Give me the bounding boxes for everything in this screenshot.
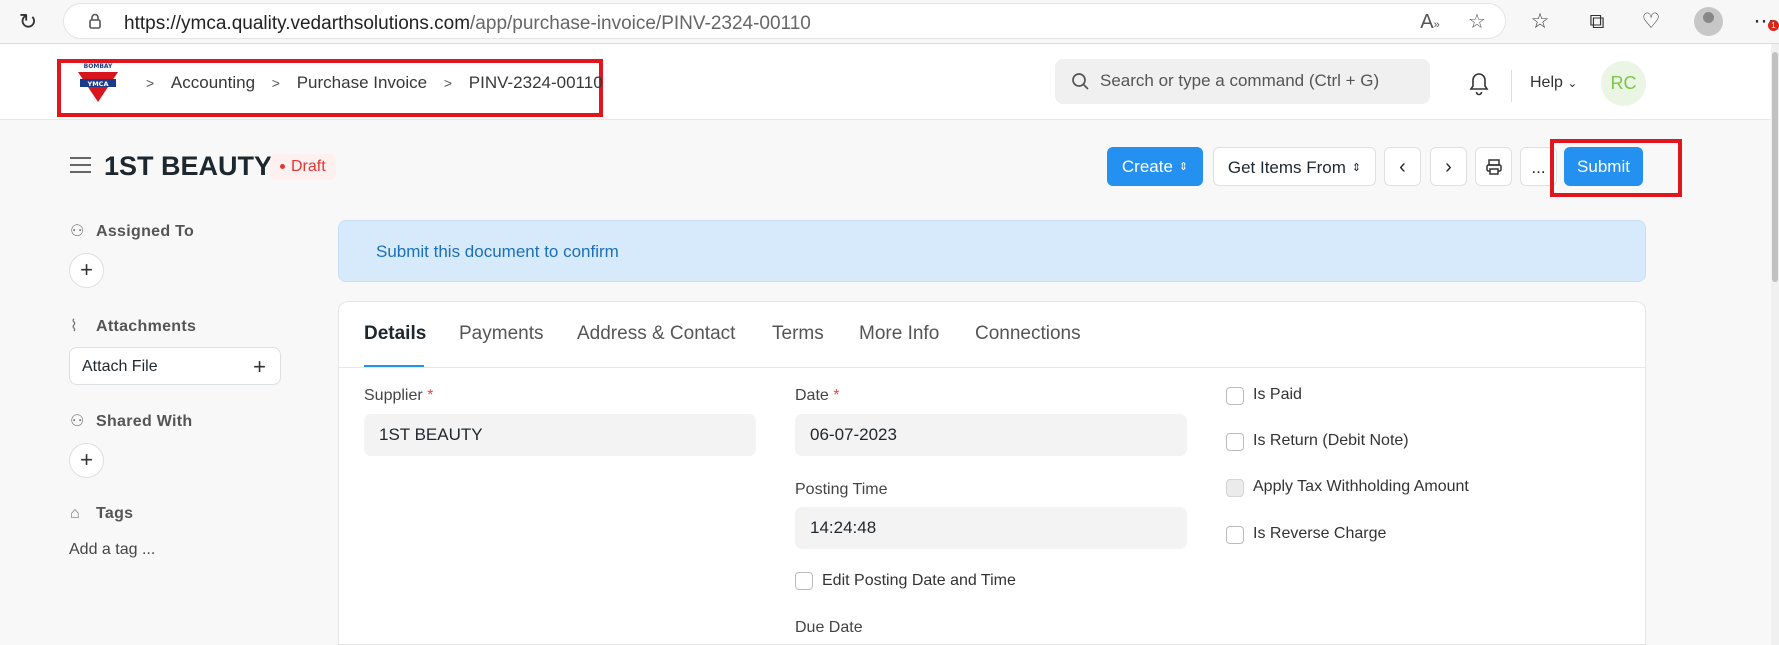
page-scrollbar[interactable]	[1771, 44, 1779, 645]
collections-icon[interactable]: ⧉	[1583, 8, 1611, 36]
shared-with-label: ⚇ Shared With	[70, 413, 193, 430]
sidebar-toggle-icon[interactable]	[70, 157, 91, 173]
address-bar[interactable]: https://ymca.quality.vedarthsolutions.co…	[63, 3, 1506, 39]
form-card: Details Payments Address & Contact Terms…	[338, 301, 1646, 645]
posting-time-label: Posting Time	[795, 481, 888, 498]
get-items-from-button[interactable]: Get Items From ⇕	[1213, 147, 1376, 186]
reload-icon[interactable]: ↻	[14, 8, 42, 36]
chevron-left-icon: ‹	[1399, 156, 1406, 178]
breadcrumb-purchase-invoice[interactable]: Purchase Invoice	[297, 73, 427, 93]
attachments-label: ⌇ Attachments	[70, 318, 197, 335]
edit-posting-checkbox[interactable]	[795, 572, 813, 590]
add-tag-link[interactable]: Add a tag ...	[69, 541, 155, 559]
next-doc-button[interactable]: ›	[1430, 147, 1467, 186]
printer-icon	[1485, 159, 1502, 175]
add-assignee-button[interactable]: +	[69, 253, 104, 288]
app-navbar: BOMBAY YMCA > Accounting > Purchase Invo…	[0, 44, 1779, 120]
users-icon: ⚇	[70, 413, 85, 430]
avatar[interactable]: RC	[1601, 61, 1646, 106]
date-label: Date *	[795, 387, 840, 404]
previous-doc-button[interactable]: ‹	[1384, 147, 1421, 186]
create-button[interactable]: Create ⇕	[1107, 147, 1203, 186]
bell-icon[interactable]	[1468, 72, 1490, 96]
supplier-label: Supplier *	[364, 387, 434, 404]
print-button[interactable]	[1475, 147, 1512, 186]
tab-payments[interactable]: Payments	[459, 323, 543, 345]
chevron-right-icon: >	[146, 74, 155, 91]
supplier-field[interactable]: 1ST BEAUTY	[364, 414, 756, 456]
plus-icon: +	[253, 354, 266, 379]
tag-icon: ⌂	[70, 505, 80, 522]
tab-address-contact[interactable]: Address & Contact	[577, 323, 735, 345]
breadcrumb: > Accounting > Purchase Invoice > PINV-2…	[140, 72, 603, 93]
tab-terms[interactable]: Terms	[772, 323, 824, 345]
search-icon	[1072, 73, 1089, 90]
lock-icon[interactable]	[86, 12, 104, 30]
tab-more-info[interactable]: More Info	[859, 323, 939, 345]
profile-icon[interactable]	[1694, 7, 1723, 36]
date-field[interactable]: 06-07-2023	[795, 414, 1187, 456]
divider	[1511, 70, 1512, 102]
chevron-right-icon: >	[443, 74, 453, 91]
submit-alert: Submit this document to confirm	[338, 220, 1646, 282]
tabs-divider	[339, 367, 1645, 368]
due-date-label: Due Date	[795, 619, 863, 636]
status-badge: Draft	[270, 154, 336, 180]
is-return-checkbox[interactable]	[1226, 433, 1244, 451]
notification-badge: 1	[1768, 20, 1779, 31]
ymca-logo[interactable]: BOMBAY YMCA	[76, 62, 120, 104]
chevron-right-icon: >	[271, 74, 280, 91]
chevron-down-icon: ⌄	[1567, 76, 1578, 90]
search-input[interactable]: Search or type a command (Ctrl + G)	[1055, 59, 1430, 104]
tags-label: ⌂ Tags	[70, 505, 134, 522]
help-menu[interactable]: Help ⌄	[1530, 74, 1577, 92]
chevron-right-icon: ›	[1445, 156, 1452, 178]
apply-tax-withholding-label: Apply Tax Withholding Amount	[1253, 478, 1469, 495]
breadcrumb-accounting[interactable]: Accounting	[171, 73, 255, 93]
svg-text:BOMBAY: BOMBAY	[84, 63, 113, 70]
user-plus-icon: ⚇	[70, 223, 85, 240]
edit-posting-label: Edit Posting Date and Time	[822, 572, 1016, 589]
is-return-label: Is Return (Debit Note)	[1253, 432, 1409, 449]
favorites-icon[interactable]: ☆	[1526, 8, 1554, 36]
is-reverse-charge-checkbox[interactable]	[1226, 526, 1244, 544]
tab-connections[interactable]: Connections	[975, 323, 1081, 345]
submit-button[interactable]: Submit	[1564, 147, 1643, 186]
tab-details[interactable]: Details	[364, 323, 426, 345]
breadcrumb-document[interactable]: PINV-2324-00110	[469, 73, 603, 93]
active-tab-indicator	[364, 365, 424, 367]
favorite-star-icon[interactable]: ☆	[1464, 10, 1490, 34]
assigned-to-label: ⚇ Assigned To	[70, 223, 195, 240]
add-share-button[interactable]: +	[69, 443, 104, 478]
svg-text:YMCA: YMCA	[87, 80, 109, 88]
browser-toolbar: ↻ https://ymca.quality.vedarthsolutions.…	[0, 0, 1779, 44]
url-text[interactable]: https://ymca.quality.vedarthsolutions.co…	[124, 13, 811, 35]
paperclip-icon: ⌇	[70, 318, 79, 335]
is-paid-label: Is Paid	[1253, 386, 1302, 403]
browser-essentials-icon[interactable]: ♡	[1637, 8, 1665, 36]
read-aloud-icon[interactable]: A»	[1417, 10, 1443, 34]
attach-file-button[interactable]: Attach File +	[69, 347, 281, 385]
is-paid-checkbox[interactable]	[1226, 387, 1244, 405]
is-reverse-charge-label: Is Reverse Charge	[1253, 525, 1387, 542]
page-title: 1ST BEAUTY	[104, 151, 273, 181]
posting-time-field[interactable]: 14:24:48	[795, 507, 1187, 549]
apply-tax-withholding-checkbox[interactable]	[1226, 479, 1244, 497]
search-placeholder: Search or type a command (Ctrl + G)	[1100, 71, 1380, 90]
